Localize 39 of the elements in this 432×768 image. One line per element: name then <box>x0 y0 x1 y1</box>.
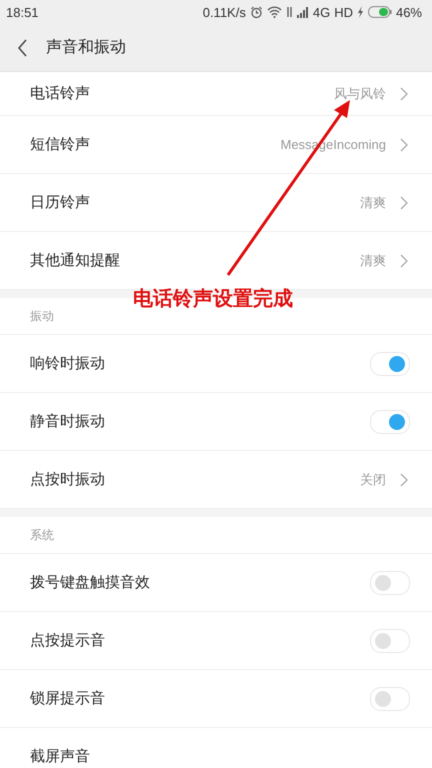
section-header: 振动 <box>30 308 54 324</box>
toggle-switch[interactable] <box>370 686 410 710</box>
alarm-icon <box>250 6 263 18</box>
chevron-icon <box>400 196 408 210</box>
toggle-switch[interactable] <box>370 628 410 652</box>
chevron-icon <box>400 138 408 152</box>
setting-label: 日历铃声 <box>30 193 91 212</box>
setting-label: 点按提示音 <box>30 631 106 650</box>
network-type: 4G <box>312 4 330 20</box>
setting-value: 关闭 <box>360 470 386 488</box>
setting-label: 电话铃声 <box>30 84 91 103</box>
toggle-switch[interactable] <box>370 352 410 376</box>
setting-label: 短信铃声 <box>30 135 91 154</box>
battery-icon <box>368 6 392 18</box>
chevron-icon <box>400 254 408 268</box>
page-title: 声音和振动 <box>46 37 126 58</box>
chevron-icon <box>400 472 408 486</box>
setting-label: 静音时振动 <box>30 412 106 431</box>
wifi-icon <box>266 6 282 18</box>
battery-percent: 46% <box>396 4 422 20</box>
toggle-switch[interactable] <box>370 570 410 594</box>
setting-value: 清爽 <box>360 252 386 270</box>
hd-label: HD <box>334 4 353 20</box>
annotation-text: 电话铃声设置完成 <box>133 287 293 309</box>
setting-label: 锁屏提示音 <box>30 689 106 708</box>
status-time: 18:51 <box>6 4 39 20</box>
toggle-switch[interactable] <box>370 410 410 434</box>
setting-label: 拨号键盘触摸音效 <box>30 573 151 592</box>
setting-value: 风与风铃 <box>334 84 386 102</box>
network-speed: 0.11K/s <box>202 4 246 20</box>
setting-label: 响铃时振动 <box>30 354 106 373</box>
setting-label: 点按时振动 <box>30 470 106 489</box>
chevron-icon <box>400 86 408 100</box>
signal-icon <box>296 6 309 18</box>
section-header: 系统 <box>30 526 54 544</box>
setting-label: 其他通知提醒 <box>30 251 121 270</box>
setting-label: 截屏声音 <box>30 747 91 766</box>
setting-value: 清爽 <box>360 194 386 212</box>
charging-icon <box>356 6 364 18</box>
